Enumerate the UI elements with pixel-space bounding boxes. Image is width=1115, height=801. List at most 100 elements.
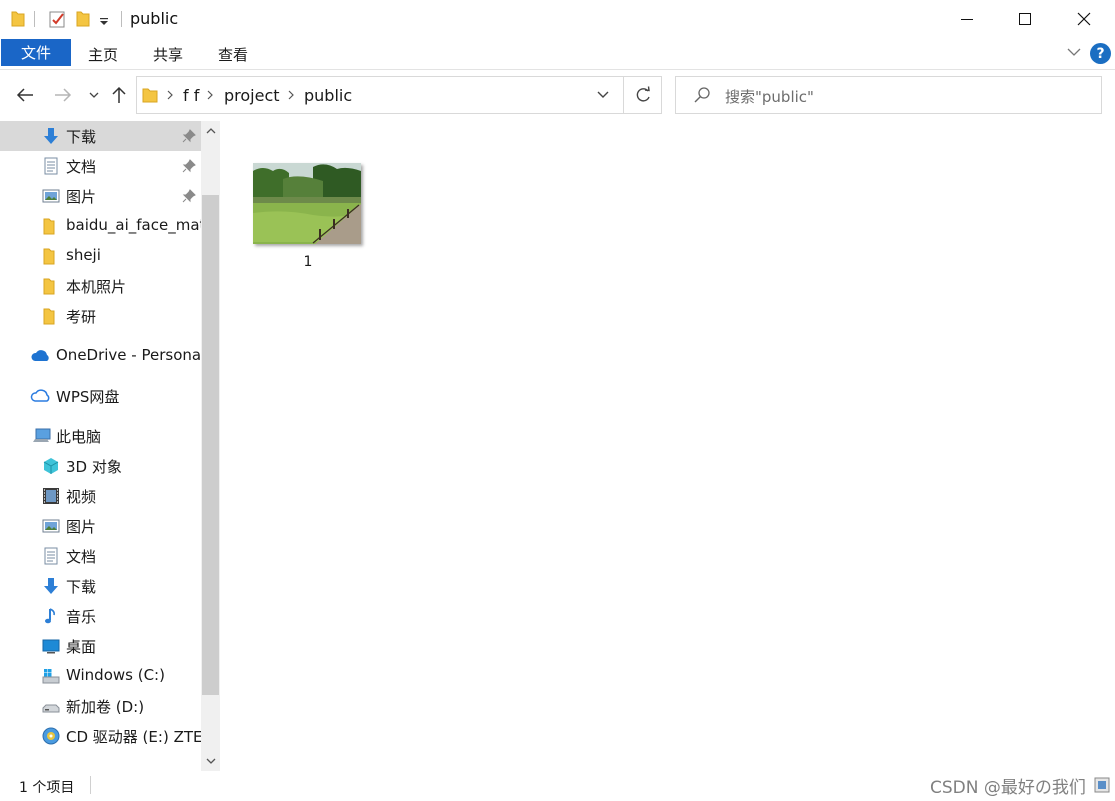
item-count: 1 个项目 [19, 780, 75, 796]
tab-view[interactable]: 查看 [218, 44, 248, 65]
chevron-up-icon [206, 128, 215, 134]
refresh-icon [636, 86, 650, 102]
video-icon [43, 488, 59, 504]
download-arrow-icon [44, 578, 58, 594]
search-input[interactable]: 搜索"public" [725, 86, 814, 107]
breadcrumb-public[interactable]: public [304, 86, 352, 105]
navigation-scrollbar[interactable] [201, 121, 220, 771]
wps-cloud-icon [30, 389, 50, 402]
breadcrumb-chevron-icon[interactable] [286, 89, 296, 101]
nav-item-onedrive[interactable]: OneDrive - Personal [0, 341, 201, 371]
address-bar[interactable]: f f project public [136, 76, 662, 114]
properties-check-icon[interactable] [48, 9, 68, 29]
nav-item-desktop[interactable]: 桌面 [0, 631, 201, 661]
scroll-down-button[interactable] [201, 751, 220, 771]
up-arrow-icon [112, 86, 126, 103]
new-folder-icon[interactable] [75, 9, 91, 29]
pin-icon[interactable] [182, 129, 196, 143]
help-button[interactable]: ? [1090, 43, 1111, 64]
nav-item-local-photos-folder[interactable]: 本机照片 [0, 271, 201, 301]
scroll-up-button[interactable] [201, 121, 220, 141]
recent-locations-button[interactable] [81, 82, 107, 108]
windows-drive-icon [42, 669, 60, 684]
file-name: 1 [303, 254, 313, 270]
nav-item-this-pc[interactable]: 此电脑 [0, 421, 201, 451]
maximize-icon [1019, 13, 1031, 25]
breadcrumb-chevron-icon[interactable] [205, 89, 215, 101]
watermark: CSDN @最好の我们 [930, 778, 1086, 798]
expand-ribbon-chevron-icon[interactable] [1066, 46, 1082, 58]
folder-icon [43, 308, 55, 325]
document-icon [44, 157, 58, 175]
nav-item-cd-drive[interactable]: CD 驱动器 (E:) ZTEM [0, 721, 201, 751]
folder-icon [43, 218, 55, 235]
tab-home[interactable]: 主页 [88, 44, 118, 65]
file-item[interactable]: 1 [246, 158, 370, 278]
desktop-icon [42, 639, 60, 654]
back-button[interactable] [12, 82, 38, 108]
onedrive-cloud-icon [31, 350, 49, 361]
large-icons-view-icon[interactable] [1083, 776, 1111, 796]
quick-access-separator [34, 11, 35, 27]
nav-item-downloads-quick[interactable]: 下载 [0, 121, 201, 151]
folder-icon [142, 88, 158, 103]
minimize-icon [961, 19, 973, 20]
forward-arrow-icon [55, 88, 72, 102]
tab-file[interactable]: 文件 [1, 39, 71, 66]
nav-item-baidu-folder[interactable]: baidu_ai_face_mate [0, 211, 201, 241]
nav-item-documents[interactable]: 文档 [0, 541, 201, 571]
breadcrumb-chevron-icon[interactable] [165, 89, 175, 101]
refresh-button[interactable] [623, 77, 662, 113]
nav-item-music[interactable]: 音乐 [0, 601, 201, 631]
chevron-down-icon [206, 758, 215, 764]
navigation-pane: 下载 文档 图片 baidu_ai_face_mate sheji 本机照片 考… [0, 121, 201, 771]
scroll-thumb[interactable] [202, 195, 219, 695]
close-icon [1077, 12, 1091, 26]
nav-item-pictures-quick[interactable]: 图片 [0, 181, 201, 211]
nav-item-videos[interactable]: 视频 [0, 481, 201, 511]
forward-button[interactable] [50, 82, 76, 108]
cd-drive-icon [42, 727, 60, 745]
image-thumbnail [253, 163, 361, 244]
pictures-icon [42, 519, 60, 533]
status-bar: 1 个项目 CSDN @最好の我们 [0, 771, 1115, 801]
computer-icon [33, 428, 51, 442]
search-icon [694, 87, 710, 103]
nav-item-3d-objects[interactable]: 3D 对象 [0, 451, 201, 481]
nav-item-documents-quick[interactable]: 文档 [0, 151, 201, 181]
nav-item-pictures[interactable]: 图片 [0, 511, 201, 541]
pin-icon[interactable] [182, 159, 196, 173]
nav-item-d-drive[interactable]: 新加卷 (D:) [0, 691, 201, 721]
download-arrow-icon [44, 128, 58, 144]
drive-icon [42, 704, 60, 713]
folder-icon [43, 248, 55, 265]
up-button[interactable] [106, 82, 132, 108]
nav-item-sheji-folder[interactable]: sheji [0, 241, 201, 271]
window-title: public [130, 9, 179, 28]
search-box[interactable]: 搜索"public" [675, 76, 1102, 114]
maximize-button[interactable] [996, 0, 1054, 38]
address-dropdown-chevron-icon[interactable] [596, 89, 610, 101]
title-bar: public [0, 0, 1115, 38]
3d-objects-icon [43, 458, 59, 474]
chevron-down-icon [89, 92, 99, 98]
nav-item-wps-cloud[interactable]: WPS网盘 [0, 381, 201, 411]
minimize-button[interactable] [938, 0, 996, 38]
breadcrumb-project[interactable]: project [224, 86, 280, 105]
document-icon [44, 547, 58, 565]
nav-item-windows-c-drive[interactable]: Windows (C:) [0, 661, 201, 691]
folder-icon[interactable] [10, 9, 26, 29]
pin-icon[interactable] [182, 189, 196, 203]
close-button[interactable] [1055, 0, 1113, 38]
status-separator [90, 776, 91, 794]
customize-dropdown-icon[interactable] [98, 9, 110, 29]
tab-share[interactable]: 共享 [153, 44, 183, 65]
back-arrow-icon [16, 88, 33, 102]
nav-item-kaoyan-folder[interactable]: 考研 [0, 301, 201, 331]
nav-item-downloads[interactable]: 下载 [0, 571, 201, 601]
music-note-icon [45, 608, 55, 624]
folder-icon [43, 278, 55, 295]
title-separator [121, 11, 122, 27]
ribbon-tabs: 文件 主页 共享 查看 [0, 38, 1115, 70]
breadcrumb-ff[interactable]: f f [183, 86, 199, 105]
